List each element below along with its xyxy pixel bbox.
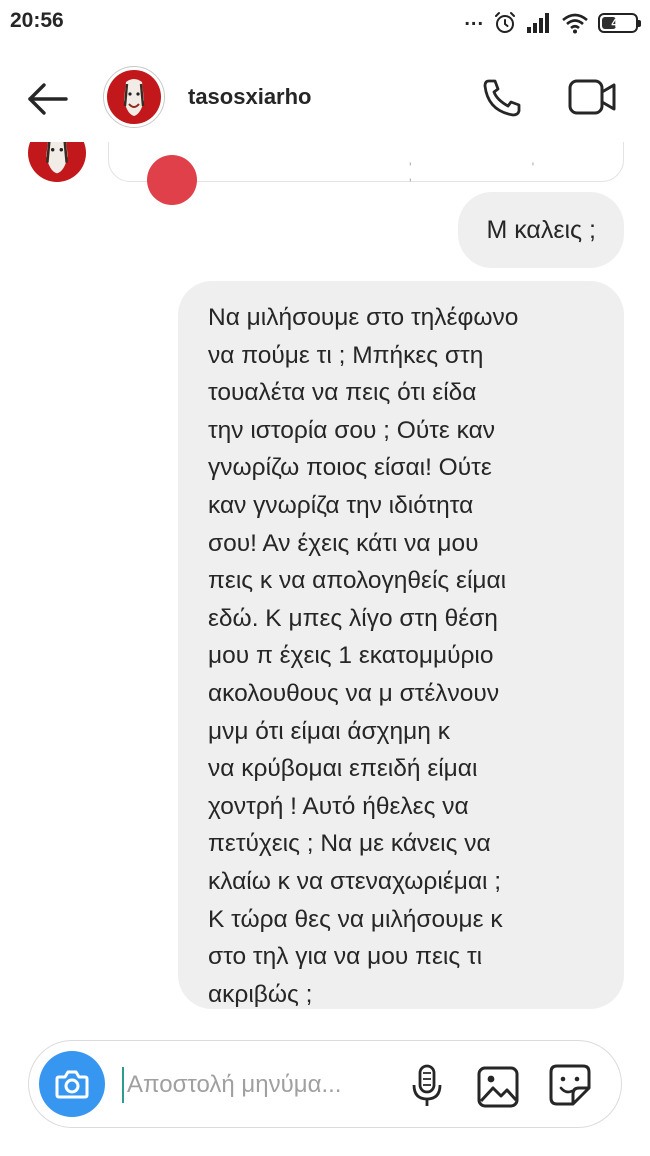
message-text-line: ακριβώς ; <box>208 980 313 1008</box>
gallery-icon[interactable] <box>476 1065 520 1109</box>
avatar-image <box>107 70 161 124</box>
notification-dots: ... <box>464 7 484 30</box>
wifi-icon <box>562 13 588 34</box>
status-bar: 20:56 ... 44 <box>0 0 650 46</box>
alarm-icon <box>495 12 515 33</box>
message-text-line: τουαλέτα να πεις ότι είδα <box>208 379 477 407</box>
back-arrow-icon[interactable] <box>22 74 72 124</box>
previous-shared-post-card[interactable]: ' ' ' <box>108 142 624 205</box>
video-camera-icon[interactable] <box>567 74 619 120</box>
message-text-line: καν γνωρίζα την ιδιότητα <box>208 491 474 519</box>
text-cursor <box>122 1067 124 1103</box>
message-text-line: μνμ ότι είμαι άσχημη κ <box>208 717 450 745</box>
avatar-face-icon <box>46 142 68 174</box>
microphone-icon[interactable] <box>409 1063 445 1109</box>
message-text-line: εδώ. Κ μπες λίγο στη θέση <box>208 604 498 632</box>
battery-icon: 44 <box>598 13 641 33</box>
message-text-line: την ιστορία σου ; Ούτε καν <box>208 416 496 444</box>
phone-icon[interactable] <box>480 76 524 120</box>
signal-icon <box>527 13 549 33</box>
message-composer <box>28 1040 622 1128</box>
message-text-line: κλαίω κ να στεναχωριέμαι ; <box>208 867 502 895</box>
message-text-line: να πούμε τι ; Μπήκες στη <box>208 341 484 369</box>
message-text-line: στο τηλ για να μου πεις τι <box>208 943 483 971</box>
camera-button[interactable] <box>39 1051 105 1117</box>
avatar-face-icon <box>123 79 145 116</box>
message-text-line: Να μιλήσουμε στο τηλέφωνο <box>208 304 519 331</box>
message-text-line: χοντρή ! Αυτό ήθελες να <box>208 792 469 820</box>
message-text: Μ καλεις ; <box>486 215 596 244</box>
camera-icon <box>55 1070 89 1099</box>
message-text-line: πεις κ να απολογηθείς είμαι <box>208 567 507 595</box>
message-text-line: ακολουθους να μ στέλνουν <box>208 679 500 707</box>
header-username[interactable]: tasosxiarho <box>188 84 312 110</box>
sticker-icon[interactable] <box>548 1063 592 1107</box>
message-text-line: μου π έχεις 1 εκατομμύριο <box>208 642 494 670</box>
status-icons: ... 44 <box>464 7 641 36</box>
message-text-line: γνωρίζω ποιος είσαι! Ούτε <box>208 454 492 482</box>
sender-avatar[interactable] <box>28 142 86 182</box>
chat-header: tasosxiarho <box>0 54 650 142</box>
profile-avatar[interactable] <box>103 66 165 128</box>
previous-card-thumbnail <box>147 155 197 205</box>
message-text-line: Κ τώρα θες να μιλήσουμε κ <box>208 905 503 933</box>
previous-card-marks: ' ' ' <box>409 159 593 191</box>
message-text-line: να κρύβομαι επειδή είμαι <box>208 755 478 783</box>
message-bubble-sent[interactable]: Να μιλήσουμε στο τηλέφωνο να πούμε τι ; Μ… <box>178 281 624 1009</box>
battery-level: 44 <box>611 16 625 30</box>
message-input[interactable] <box>127 1066 397 1104</box>
status-time: 20:56 <box>10 9 64 32</box>
message-thread: ' ' ' Μ καλεις ; Να μιλήσουμε στο τηλέφω… <box>0 142 650 1028</box>
message-bubble-sent[interactable]: Μ καλεις ; <box>458 192 624 268</box>
message-text-line: σου! Αν έχεις κάτι να μου <box>208 529 479 557</box>
message-text-line: πετύχεις ; Να με κάνεις να <box>208 830 491 858</box>
